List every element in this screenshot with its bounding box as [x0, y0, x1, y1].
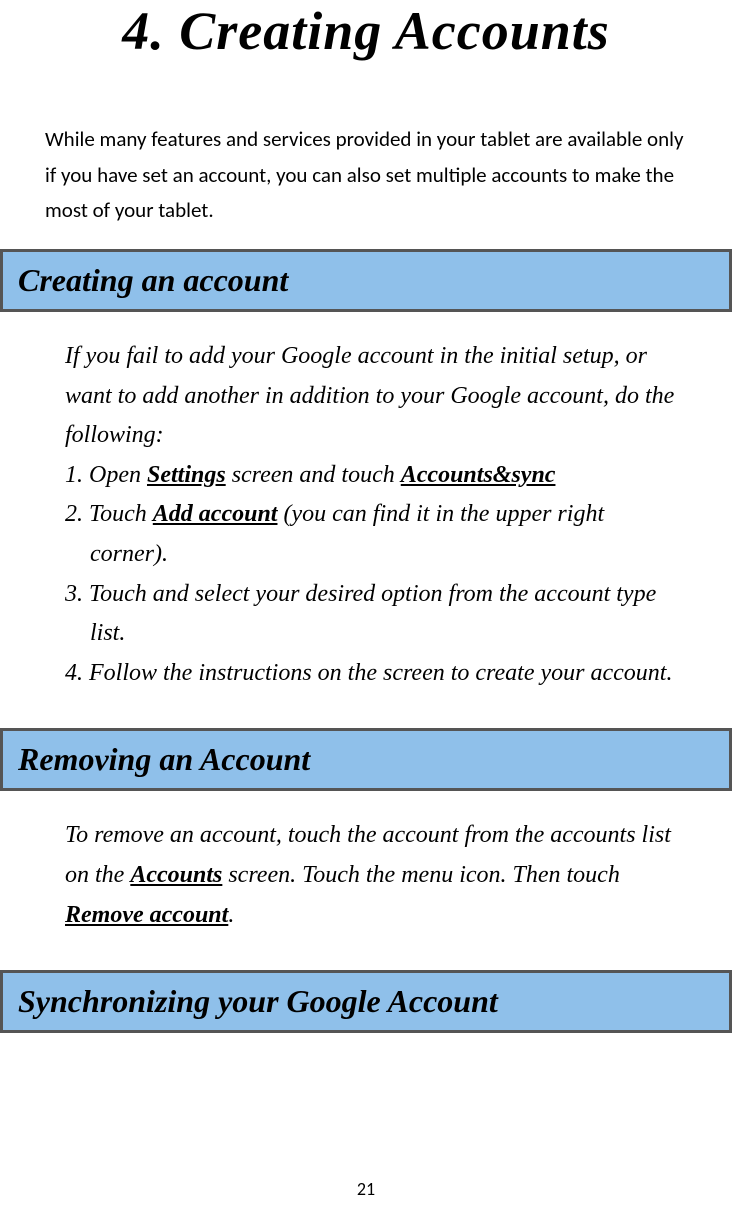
section-heading-creating: Creating an account	[0, 249, 732, 312]
step-1: 1. Open Settings screen and touch Accoun…	[65, 456, 682, 496]
section2-mid: screen. Touch the menu icon. Then touch	[222, 862, 620, 888]
section2-post: .	[228, 902, 234, 928]
step2-pre: 2. Touch	[65, 501, 153, 527]
step-3: 3. Touch and select your desired option …	[65, 575, 682, 654]
step1-accounts-sync: Accounts&sync	[401, 462, 556, 488]
intro-paragraph: While many features and services provide…	[40, 122, 692, 229]
section2-remove-account: Remove account	[65, 902, 228, 928]
step1-mid: screen and touch	[226, 462, 401, 488]
step2-add-account: Add account	[153, 501, 278, 527]
section-heading-removing: Removing an Account	[0, 728, 732, 791]
step1-pre: 1. Open	[65, 462, 147, 488]
section1-lead: If you fail to add your Google account i…	[65, 337, 682, 456]
step-2: 2. Touch Add account (you can find it in…	[65, 495, 682, 574]
section2-body: To remove an account, touch the account …	[40, 816, 692, 935]
step-4: 4. Follow the instructions on the screen…	[65, 654, 682, 694]
section2-accounts: Accounts	[130, 862, 222, 888]
page-number: 21	[0, 1178, 732, 1200]
chapter-title: 4. Creating Accounts	[40, 0, 692, 122]
section1-body: If you fail to add your Google account i…	[40, 337, 692, 693]
step1-settings: Settings	[147, 462, 226, 488]
section-heading-synchronizing: Synchronizing your Google Account	[0, 970, 732, 1033]
